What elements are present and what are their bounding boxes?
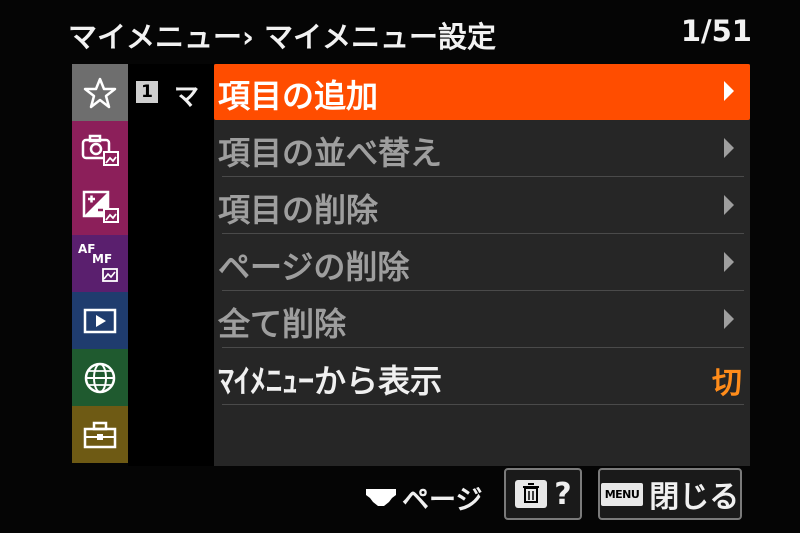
chevron-right-icon [724,309,734,329]
tab-network[interactable] [72,349,128,406]
menu-item-sort-items[interactable]: 項目の並べ替え [214,121,750,177]
page-hint-label: ページ [402,485,483,516]
page-title: マイメニュー› マイメニュー設定 [68,20,497,54]
divider [222,290,744,291]
menu-item-delete-all[interactable]: 全て削除 [214,292,750,348]
camera-menu-screen: マイメニュー› マイメニュー設定 1/51 AF MF 1 マ 項目の追加 項目… [0,0,800,533]
sidebar: AF MF [72,64,128,466]
chevron-right-icon [724,138,734,158]
delete-help-button[interactable]: ? [504,468,582,520]
page-counter: 1/51 [680,14,752,48]
toolbox-icon [83,421,117,448]
menu-item-delete-page[interactable]: ページの削除 [214,235,750,291]
chevron-right-icon [724,81,734,101]
setting-value: 切 [712,366,742,401]
trash-icon [515,480,548,508]
exposure-photo-icon [82,190,119,223]
star-icon [83,77,117,108]
subtab-label[interactable]: マ [174,77,199,113]
dial-down-icon [366,488,396,506]
menu-item-label: 項目の追加 [218,77,379,115]
close-button[interactable]: MENU 閉じる [598,468,742,520]
playback-icon [83,308,117,333]
menu-item-label: ページの削除 [218,248,410,286]
menu-item-label: 項目の並べ替え [218,134,443,172]
menu-key-icon: MENU [600,482,644,506]
menu-panel: 項目の追加 項目の並べ替え 項目の削除 ページの削除 全て削除 ﾏｲﾒﾆｭｰから… [214,64,750,466]
divider [222,404,744,405]
af-mf-icon: AF MF [78,242,122,286]
chevron-right-icon [724,195,734,215]
menu-item-label: 項目の削除 [218,191,379,229]
subtab-number[interactable]: 1 [136,81,158,103]
close-label: 閉じる [649,480,740,515]
tab-setup[interactable] [72,406,128,463]
menu-item-display-from-my-menu[interactable]: ﾏｲﾒﾆｭｰから表示 切 [214,349,750,405]
menu-item-label: ﾏｲﾒﾆｭｰから表示 [218,362,443,400]
page-scroll-hint[interactable]: ページ [364,478,482,517]
subtab-column: 1 マ [128,64,214,466]
tab-shooting[interactable] [72,121,128,178]
divider [222,176,744,177]
divider [222,347,744,348]
menu-item-add-item[interactable]: 項目の追加 [214,64,750,120]
tab-playback[interactable] [72,292,128,349]
tab-focus[interactable]: AF MF [72,235,128,292]
tab-my-menu[interactable] [72,64,128,121]
camera-photo-icon [81,134,119,166]
menu-item-delete-item[interactable]: 項目の削除 [214,178,750,234]
help-label: ? [554,476,572,512]
globe-icon [84,362,116,393]
tab-exposure-color[interactable] [72,178,128,235]
chevron-right-icon [724,252,734,272]
menu-item-label: 全て削除 [218,305,347,343]
divider [222,233,744,234]
